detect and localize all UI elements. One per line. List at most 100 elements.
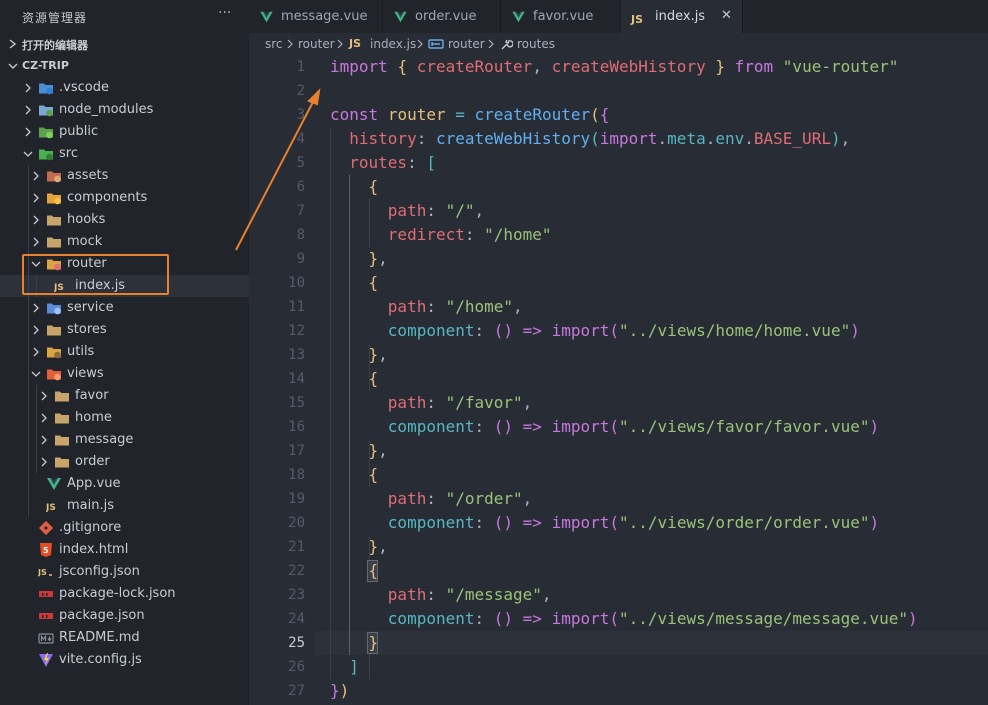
- code-line[interactable]: ]: [330, 655, 359, 679]
- chevron-down-icon: [22, 147, 34, 161]
- tree-indent-guide: [28, 275, 29, 297]
- tree-item-vite-config-js[interactable]: vite.config.js: [0, 649, 249, 671]
- code-line[interactable]: component: () => import("../views/messag…: [330, 607, 918, 631]
- code-line[interactable]: import { createRouter, createWebHistory …: [330, 55, 898, 79]
- tree-item-readme-md[interactable]: README.md: [0, 627, 249, 649]
- tree-item-home[interactable]: home: [0, 407, 249, 429]
- code-line[interactable]: component: () => import("../views/home/h…: [330, 319, 860, 343]
- code-line[interactable]: },: [330, 343, 388, 367]
- tab-order-vue[interactable]: order.vue: [383, 0, 501, 33]
- code-line[interactable]: {: [330, 463, 379, 487]
- code-line[interactable]: const router = createRouter({: [330, 103, 609, 127]
- chevron-right-icon: [337, 39, 343, 49]
- tree-item-hooks[interactable]: hooks: [0, 209, 249, 231]
- open-editors-section[interactable]: 打开的编辑器: [0, 33, 249, 55]
- code-token: :: [426, 585, 446, 604]
- tree-item-gitignore[interactable]: .gitignore: [0, 517, 249, 539]
- code-token: ,: [532, 57, 552, 76]
- tree-item-app-vue[interactable]: App.vue: [0, 473, 249, 495]
- breadcrumb-symbol-routes[interactable]: routes: [517, 37, 555, 51]
- project-section[interactable]: CZ-TRIP: [0, 55, 249, 77]
- code-line[interactable]: path: "/favor",: [330, 391, 533, 415]
- code-line[interactable]: history: createWebHistory(import.meta.en…: [330, 127, 850, 151]
- tree-item-service[interactable]: service: [0, 297, 249, 319]
- code-token: createRouter: [474, 105, 591, 124]
- tab-index-js[interactable]: JS index.js ✕: [621, 0, 743, 33]
- code-token: }: [715, 57, 725, 76]
- code-line[interactable]: {: [330, 175, 379, 199]
- tree-item-label: hooks: [67, 212, 106, 227]
- code-token: (): [493, 513, 514, 532]
- code-editor[interactable]: 1 2 3 4 5 6 7 8 9 10 11 12 13 14 15 16 17 18 19 20 21 22 23 24 2…: [249, 55, 988, 705]
- code-line[interactable]: }): [330, 679, 349, 703]
- code-line[interactable]: component: () => import("../views/order/…: [330, 511, 879, 535]
- breadcrumb-file[interactable]: index.js: [370, 37, 416, 51]
- code-line[interactable]: path: "/home",: [330, 295, 523, 319]
- code-line[interactable]: },: [330, 247, 388, 271]
- tree-item-src[interactable]: src: [0, 143, 249, 165]
- tab-message-vue[interactable]: message.vue: [249, 0, 383, 33]
- chevron-down-icon: [30, 367, 42, 381]
- code-line[interactable]: }: [330, 631, 379, 655]
- tree-item-favor[interactable]: favor: [0, 385, 249, 407]
- tree-item-index-js[interactable]: JS index.js: [0, 275, 249, 297]
- tree-item-package-lock-json[interactable]: package-lock.json: [0, 583, 249, 605]
- code-token: ): [869, 417, 880, 436]
- code-line[interactable]: path: "/message",: [330, 583, 552, 607]
- code-line[interactable]: component: () => import("../views/favor/…: [330, 415, 879, 439]
- tree-item-message[interactable]: message: [0, 429, 249, 451]
- tree-item-index-html[interactable]: 5 index.html: [0, 539, 249, 561]
- tree-indent-guide: [28, 363, 29, 385]
- breadcrumb-symbol-router[interactable]: router: [448, 37, 485, 51]
- git-file-icon: [38, 520, 54, 536]
- tree-item-order[interactable]: order: [0, 451, 249, 473]
- code-line[interactable]: },: [330, 439, 388, 463]
- code-line[interactable]: path: "/",: [330, 199, 484, 223]
- tree-item-public[interactable]: public: [0, 121, 249, 143]
- tab-favor-vue[interactable]: favor.vue: [501, 0, 621, 33]
- tree-item-mock[interactable]: mock: [0, 231, 249, 253]
- tree-item-utils[interactable]: utils: [0, 341, 249, 363]
- variable-icon: [428, 39, 444, 49]
- code-line[interactable]: routes: [: [330, 151, 436, 175]
- tree-item-stores[interactable]: stores: [0, 319, 249, 341]
- code-line[interactable]: {: [330, 367, 379, 391]
- tree-item-views[interactable]: views: [0, 363, 249, 385]
- tree-item-label: App.vue: [67, 476, 121, 491]
- code-token: "../views/home/home.vue": [619, 321, 851, 340]
- code-line[interactable]: {: [330, 559, 379, 583]
- code-line[interactable]: redirect: "/home": [330, 223, 552, 247]
- breadcrumb-src[interactable]: src: [265, 37, 283, 51]
- tree-item-package-json[interactable]: package.json: [0, 605, 249, 627]
- chevron-down-icon: [8, 63, 18, 69]
- code-token: env: [715, 129, 745, 148]
- code-token: {: [368, 369, 379, 388]
- code-token: const: [330, 105, 379, 124]
- breadcrumb-router[interactable]: router: [298, 37, 335, 51]
- tree-item-main-js[interactable]: JS main.js: [0, 495, 249, 517]
- tree-item-components[interactable]: components: [0, 187, 249, 209]
- code-token: ): [869, 513, 880, 532]
- code-token: ,: [522, 393, 533, 412]
- tree-item-router[interactable]: router: [0, 253, 249, 275]
- wrench-icon: [501, 39, 513, 50]
- chevron-right-icon: [9, 39, 17, 49]
- code-line[interactable]: path: "/order",: [330, 487, 533, 511]
- more-actions-icon[interactable]: ···: [218, 5, 231, 21]
- chevron-right-icon: [30, 235, 42, 249]
- tree-item-jsconfig-json[interactable]: JS jsconfig.json: [0, 561, 249, 583]
- tree-item-vscode[interactable]: .vscode: [0, 77, 249, 99]
- tree-item-assets[interactable]: assets: [0, 165, 249, 187]
- tree-indent-guide: [28, 429, 29, 451]
- code-line[interactable]: {: [330, 271, 379, 295]
- code-line[interactable]: },: [330, 535, 388, 559]
- tree-item-label: service: [67, 300, 114, 315]
- close-tab-icon[interactable]: ✕: [721, 8, 732, 23]
- tree-item-node-modules[interactable]: node_modules: [0, 99, 249, 121]
- code-token: "/": [445, 201, 475, 220]
- chevron-right-icon: [25, 105, 31, 115]
